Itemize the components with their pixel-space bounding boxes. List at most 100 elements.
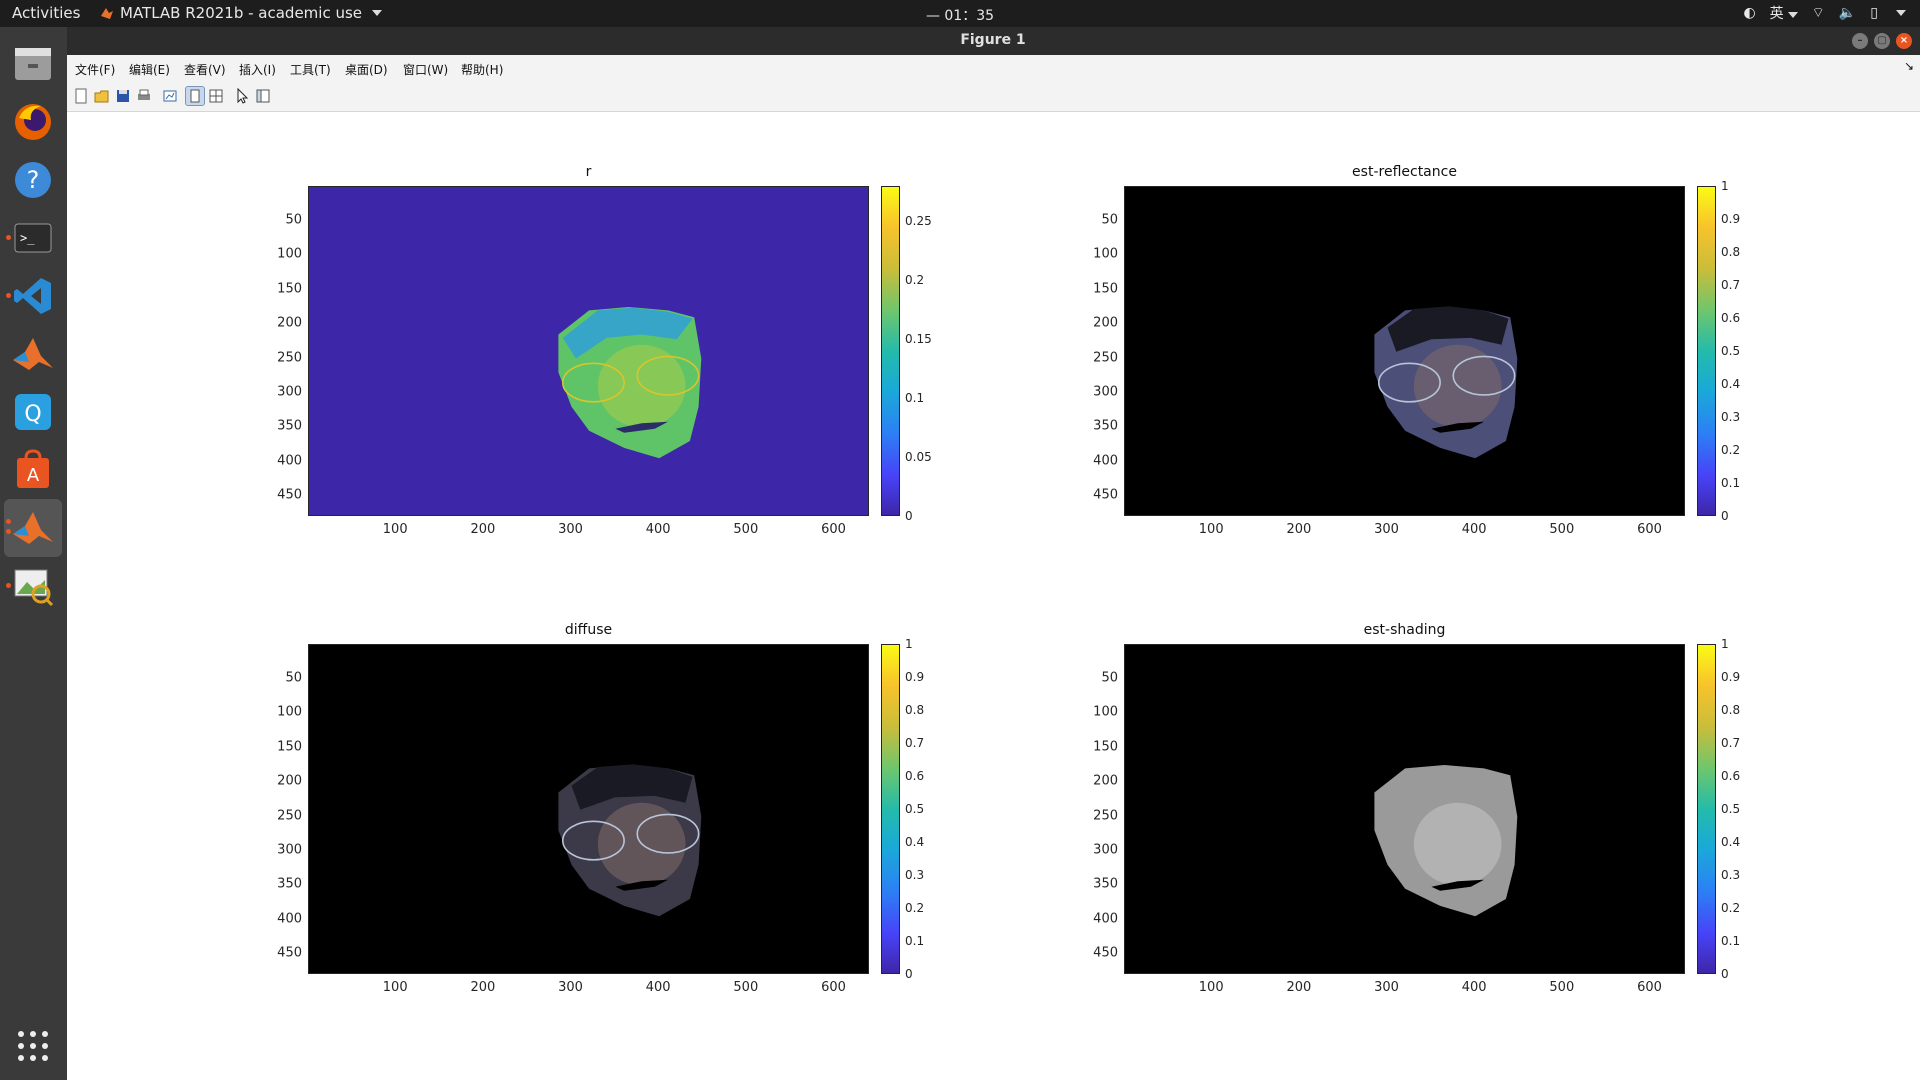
menu-file[interactable]: 文件(F) xyxy=(75,61,115,78)
colorbar[interactable] xyxy=(1697,644,1716,974)
y-tick-label: 400 xyxy=(1093,911,1118,927)
colorbar-tick-label: 0.7 xyxy=(1721,278,1741,292)
firefox-icon[interactable] xyxy=(4,93,62,151)
colorbar-tick-label: 0.9 xyxy=(905,670,925,684)
dock-arrow-icon[interactable]: ↘ xyxy=(1904,59,1914,73)
image-axes[interactable] xyxy=(308,644,869,974)
colorbar[interactable] xyxy=(1697,186,1716,516)
menu-tools[interactable]: 工具(T) xyxy=(290,61,331,78)
svg-text:>_: >_ xyxy=(20,231,35,245)
y-tick-label: 100 xyxy=(277,704,302,720)
vscode-icon[interactable] xyxy=(4,267,62,325)
image-axes[interactable] xyxy=(308,186,869,516)
colorbar-tick-label: 0.2 xyxy=(905,901,925,915)
files-icon[interactable] xyxy=(4,35,62,93)
x-tick-label: 500 xyxy=(733,980,759,995)
x-tick-label: 200 xyxy=(470,522,496,537)
maximize-button[interactable]: ▢ xyxy=(1874,33,1890,49)
colorbar-tick-label: 0.25 xyxy=(905,214,932,229)
input-method-label: 英 xyxy=(1769,6,1784,22)
system-top-bar: Activities MATLAB R2021b - academic use … xyxy=(0,0,1920,27)
chat-icon[interactable]: Q xyxy=(4,383,62,441)
image-axes[interactable] xyxy=(1124,644,1685,974)
menu-help[interactable]: 帮助(H) xyxy=(461,61,503,78)
colorbar-tick-label: 0.2 xyxy=(1721,901,1741,915)
software-store-icon[interactable]: A xyxy=(4,441,62,499)
property-editor-icon[interactable] xyxy=(207,87,225,105)
colorbar-tick-label: 0.5 xyxy=(1721,802,1741,816)
wifi-icon[interactable]: ⌔ xyxy=(1812,4,1825,22)
colorbar-tick-label: 0.1 xyxy=(905,391,925,406)
colorbar-tick-label: 0.1 xyxy=(1721,934,1741,948)
y-tick-label: 150 xyxy=(1093,281,1118,297)
x-tick-label: 200 xyxy=(470,980,496,995)
y-tick-label: 250 xyxy=(277,808,302,824)
colorbar-tick-label: 0.7 xyxy=(905,736,925,750)
menu-window[interactable]: 窗口(W) xyxy=(403,61,448,78)
x-tick-label: 200 xyxy=(1286,980,1312,995)
x-tick-label: 400 xyxy=(645,522,671,537)
x-tick-label: 500 xyxy=(1549,980,1575,995)
y-tick-label: 200 xyxy=(277,773,302,789)
show-apps-icon[interactable] xyxy=(4,1017,62,1075)
terminal-icon[interactable]: >_ xyxy=(4,209,62,267)
y-tick-label: 50 xyxy=(1101,212,1118,228)
y-tick-label: 300 xyxy=(277,384,302,400)
svg-text:?: ? xyxy=(27,166,40,194)
y-tick-label: 50 xyxy=(285,670,302,686)
activities-button[interactable]: Activities xyxy=(12,4,80,22)
system-tray[interactable]: ◐ 英 ⌔ 🔈 ▯ xyxy=(1743,3,1906,23)
matlab-icon[interactable] xyxy=(4,325,62,383)
new-figure-icon[interactable] xyxy=(72,87,90,105)
volume-icon[interactable]: 🔈 xyxy=(1839,5,1856,21)
colorbar-tick-label: 0 xyxy=(1721,509,1729,523)
close-button[interactable]: × xyxy=(1896,33,1912,49)
image-viewer-icon[interactable] xyxy=(4,557,62,615)
edit-plot-cursor-icon[interactable] xyxy=(233,87,251,105)
y-tick-label: 100 xyxy=(277,246,302,262)
print-icon[interactable] xyxy=(135,87,153,105)
menu-view[interactable]: 查看(V) xyxy=(184,61,226,78)
x-tick-label: 500 xyxy=(733,522,759,537)
colorbar-tick-label: 0 xyxy=(1721,967,1729,981)
menu-insert[interactable]: 插入(I) xyxy=(239,61,276,78)
help-icon[interactable]: ? xyxy=(4,151,62,209)
y-tick-label: 150 xyxy=(277,739,302,755)
colorbar-tick-label: 0.3 xyxy=(1721,410,1741,424)
y-tick-label: 350 xyxy=(1093,418,1118,434)
colorbar[interactable] xyxy=(881,186,900,516)
colorbar-tick-label: 0.2 xyxy=(905,273,925,288)
accessibility-icon[interactable]: ◐ xyxy=(1743,5,1755,21)
colorbar[interactable] xyxy=(881,644,900,974)
x-tick-label: 400 xyxy=(645,980,671,995)
dock-figure-icon[interactable] xyxy=(185,86,205,106)
battery-icon[interactable]: ▯ xyxy=(1870,5,1878,21)
y-tick-label: 250 xyxy=(1093,350,1118,366)
colorbar-tick-label: 0.1 xyxy=(905,934,925,948)
colorbar-tick-label: 0.6 xyxy=(1721,311,1741,325)
y-tick-label: 150 xyxy=(1093,739,1118,755)
colorbar-tick-label: 0.3 xyxy=(905,868,925,882)
y-tick-label: 400 xyxy=(277,453,302,469)
minimize-button[interactable]: – xyxy=(1852,33,1868,49)
colorbar-tick-label: 0.7 xyxy=(1721,736,1741,750)
colorbar-tick-label: 0.4 xyxy=(905,835,925,849)
window-titlebar[interactable]: Figure 1 – ▢ × xyxy=(67,27,1920,55)
link-plot-icon[interactable] xyxy=(161,87,179,105)
image-axes[interactable] xyxy=(1124,186,1685,516)
y-tick-label: 400 xyxy=(1093,453,1118,469)
x-tick-label: 100 xyxy=(1198,522,1224,537)
y-tick-label: 300 xyxy=(277,842,302,858)
matlab-running-icon[interactable] xyxy=(4,499,62,557)
plot-browser-icon[interactable] xyxy=(254,87,272,105)
clock[interactable]: — 01：35 xyxy=(926,5,994,25)
chevron-down-icon[interactable] xyxy=(1896,10,1906,16)
open-file-icon[interactable] xyxy=(93,87,111,105)
menu-desktop[interactable]: 桌面(D) xyxy=(345,61,388,78)
chevron-down-icon xyxy=(1787,12,1798,18)
save-icon[interactable] xyxy=(114,87,132,105)
menu-edit[interactable]: 编辑(E) xyxy=(129,61,170,78)
app-menu[interactable]: MATLAB R2021b - academic use xyxy=(100,4,383,22)
input-method-indicator[interactable]: 英 xyxy=(1770,3,1798,23)
colorbar-tick-label: 0.8 xyxy=(905,703,925,717)
